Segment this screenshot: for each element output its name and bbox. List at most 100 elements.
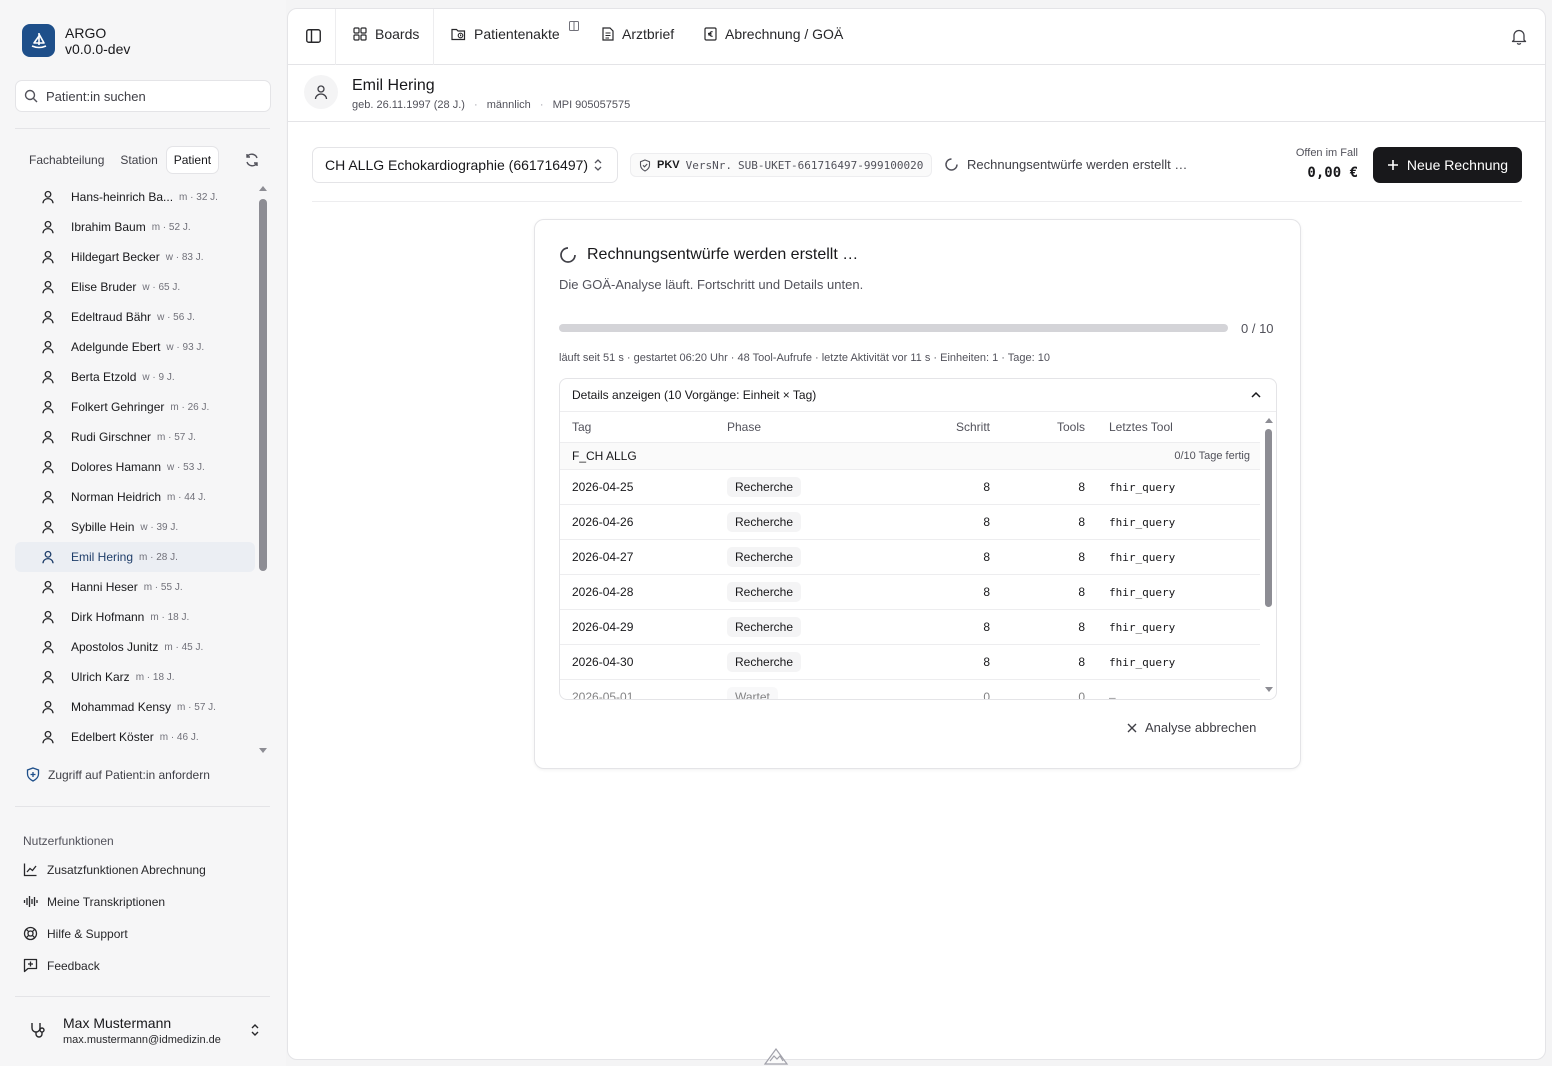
new-invoice-button[interactable]: Neue Rechnung	[1373, 147, 1522, 183]
tab-arztbrief[interactable]: Arztbrief	[602, 26, 674, 42]
chart-line-icon	[23, 863, 37, 877]
patient-list-item[interactable]: Adelgunde Ebert w · 93 J.	[15, 332, 255, 362]
cell-last-tool: fhir_query	[1109, 551, 1176, 564]
patient-list-item[interactable]: Norman Heidrich m · 44 J.	[15, 482, 255, 512]
user-icon	[42, 610, 54, 624]
chevron-up-down-icon	[251, 1024, 259, 1036]
progress-bar	[559, 324, 1228, 332]
patient-header: Emil Hering geb. 26.11.1997 (28 J.) · mä…	[288, 65, 1545, 122]
scroll-down-icon[interactable]	[1264, 686, 1274, 694]
status-line: läuft seit 51 s · gestartet 06:20 Uhr · …	[559, 352, 1050, 364]
case-select[interactable]: CH ALLG Echokardiographie (661716497)	[312, 147, 618, 183]
user-icon	[42, 370, 54, 384]
stethoscope-icon	[31, 1023, 45, 1038]
patient-list-item[interactable]: Rudi Girschner m · 57 J.	[15, 422, 255, 452]
patient-list-item[interactable]: Mohammad Kensy m · 57 J.	[15, 692, 255, 722]
col-phase: Phase	[727, 420, 762, 434]
patient-name: Apostolos Junitz	[71, 640, 159, 654]
tab-patient[interactable]: Patient	[166, 147, 219, 173]
patient-name: Ibrahim Baum	[71, 220, 146, 234]
details-panel: Details anzeigen (10 Vorgänge: Einheit ×…	[559, 378, 1277, 700]
patient-list-item[interactable]: Ibrahim Baum m · 52 J.	[15, 212, 255, 242]
tab-patientenakte[interactable]: Patientenakte	[451, 26, 560, 42]
user-menu[interactable]: Max Mustermann max.mustermann@idmedizin.…	[15, 1004, 275, 1056]
patient-meta: w · 53 J.	[167, 461, 205, 473]
tab-fachabteilung[interactable]: Fachabteilung	[22, 147, 111, 173]
nav-label: Feedback	[47, 958, 100, 973]
cell-tools: 8	[1078, 655, 1085, 669]
vers-label: VersNr.	[685, 158, 732, 172]
patient-meta: m · 32 J.	[179, 191, 218, 203]
patient-list-item[interactable]: Dolores Hamann w · 53 J.	[15, 452, 255, 482]
patient-search[interactable]	[15, 80, 271, 112]
user-icon	[42, 430, 54, 444]
patient-meta: m · 18 J.	[150, 611, 190, 623]
cell-tag: 2026-04-29	[572, 620, 634, 634]
patient-list-item[interactable]: Folkert Gehringer m · 26 J.	[15, 392, 255, 422]
nav-zusatzfunktionen[interactable]: Zusatzfunktionen Abrechnung	[23, 862, 206, 877]
scroll-up-icon[interactable]	[1264, 416, 1274, 424]
patient-meta: m · 45 J.	[164, 641, 204, 653]
brand[interactable]: ARGO v0.0.0-dev	[22, 24, 130, 57]
tab-station[interactable]: Station	[113, 147, 164, 173]
patient-list-item[interactable]: Edelbert Köster m · 46 J.	[15, 722, 255, 752]
patient-meta: w · 39 J.	[140, 521, 179, 533]
patient-list-item[interactable]: Emil Hering m · 28 J.	[15, 542, 255, 572]
patient-list-item[interactable]: Ulrich Karz m · 18 J.	[15, 662, 255, 692]
nav-label: Hilfe & Support	[47, 926, 128, 941]
scroll-down-icon[interactable]	[258, 747, 268, 755]
top-navigation: Boards Patientenakte Arztbrief Abrechnun…	[288, 9, 1545, 65]
tab-boards[interactable]: Boards	[353, 26, 419, 42]
patient-list-item[interactable]: Hildegart Becker w · 83 J.	[15, 242, 255, 272]
phase-badge: Recherche	[727, 582, 802, 602]
tab-abrechnung[interactable]: Abrechnung / GOÄ	[704, 26, 843, 42]
patient-meta: m · 57 J.	[157, 431, 196, 443]
user-icon	[42, 490, 54, 504]
cell-tools: 8	[1078, 480, 1085, 494]
abort-analysis-button[interactable]: Analyse abbrechen	[1127, 720, 1256, 735]
cell-schritt: 8	[983, 620, 990, 634]
document-icon	[602, 27, 614, 41]
patient-meta: m · 55 J.	[143, 581, 183, 593]
details-table: Tag Phase Schritt Tools Letztes Tool F_C…	[560, 412, 1260, 699]
patient-list-item[interactable]: Apostolos Junitz m · 45 J.	[15, 632, 255, 662]
user-icon	[42, 460, 54, 474]
patient-search-input[interactable]	[46, 88, 256, 104]
user-icon	[42, 520, 54, 534]
patient-name: Hans-heinrich Ba...	[71, 190, 174, 204]
details-toggle[interactable]: Details anzeigen (10 Vorgänge: Einheit ×…	[560, 379, 1276, 412]
patient-list-item[interactable]: Dirk Hofmann m · 18 J.	[15, 602, 255, 632]
details-scrollbar[interactable]	[1265, 429, 1272, 607]
phase-badge: Recherche	[727, 617, 802, 637]
cell-schritt: 8	[983, 550, 990, 564]
popout-icon[interactable]	[569, 21, 579, 31]
group-summary: 0/10 Tage fertig	[1174, 450, 1250, 462]
table-row: 2026-04-25 Recherche 8 8 fhir_query	[560, 470, 1260, 505]
patient-meta: m · 52 J.	[151, 221, 191, 233]
patient-list-item[interactable]: Elise Bruder w · 65 J.	[15, 272, 255, 302]
refresh-icon[interactable]	[244, 152, 260, 168]
patient-list-scrollbar[interactable]	[259, 199, 267, 571]
patient-meta: geb. 26.11.1997 (28 J.) · männlich · MPI…	[352, 99, 631, 111]
nav-feedback[interactable]: Feedback	[23, 958, 100, 973]
patient-list-item[interactable]: Berta Etzold w · 9 J.	[15, 362, 255, 392]
sidebar-toggle-icon[interactable]	[306, 29, 321, 43]
table-row: 2026-04-29 Recherche 8 8 fhir_query	[560, 610, 1260, 645]
user-icon	[42, 640, 54, 654]
scroll-up-icon[interactable]	[258, 184, 268, 192]
tab-label: Boards	[375, 26, 420, 42]
patient-list-item[interactable]: Edeltraud Bähr w · 56 J.	[15, 302, 255, 332]
patient-name: Adelgunde Ebert	[71, 340, 161, 354]
nav-hilfe[interactable]: Hilfe & Support	[23, 926, 128, 941]
invoice-status: Rechnungsentwürfe werden erstellt …	[944, 157, 1187, 172]
plus-icon	[1387, 160, 1398, 170]
cell-tag: 2026-04-28	[572, 585, 634, 599]
access-request-link[interactable]: Zugriff auf Patient:in anfordern	[26, 767, 210, 782]
nav-transkriptionen[interactable]: Meine Transkriptionen	[23, 894, 165, 909]
patient-list-item[interactable]: Hans-heinrich Ba... m · 32 J.	[15, 182, 255, 212]
patient-list-item[interactable]: Sybille Hein w · 39 J.	[15, 512, 255, 542]
new-invoice-label: Neue Rechnung	[1406, 157, 1509, 173]
bell-icon[interactable]	[1511, 28, 1527, 45]
patient-list-item[interactable]: Hanni Heser m · 55 J.	[15, 572, 255, 602]
cell-phase: Recherche	[727, 505, 802, 540]
